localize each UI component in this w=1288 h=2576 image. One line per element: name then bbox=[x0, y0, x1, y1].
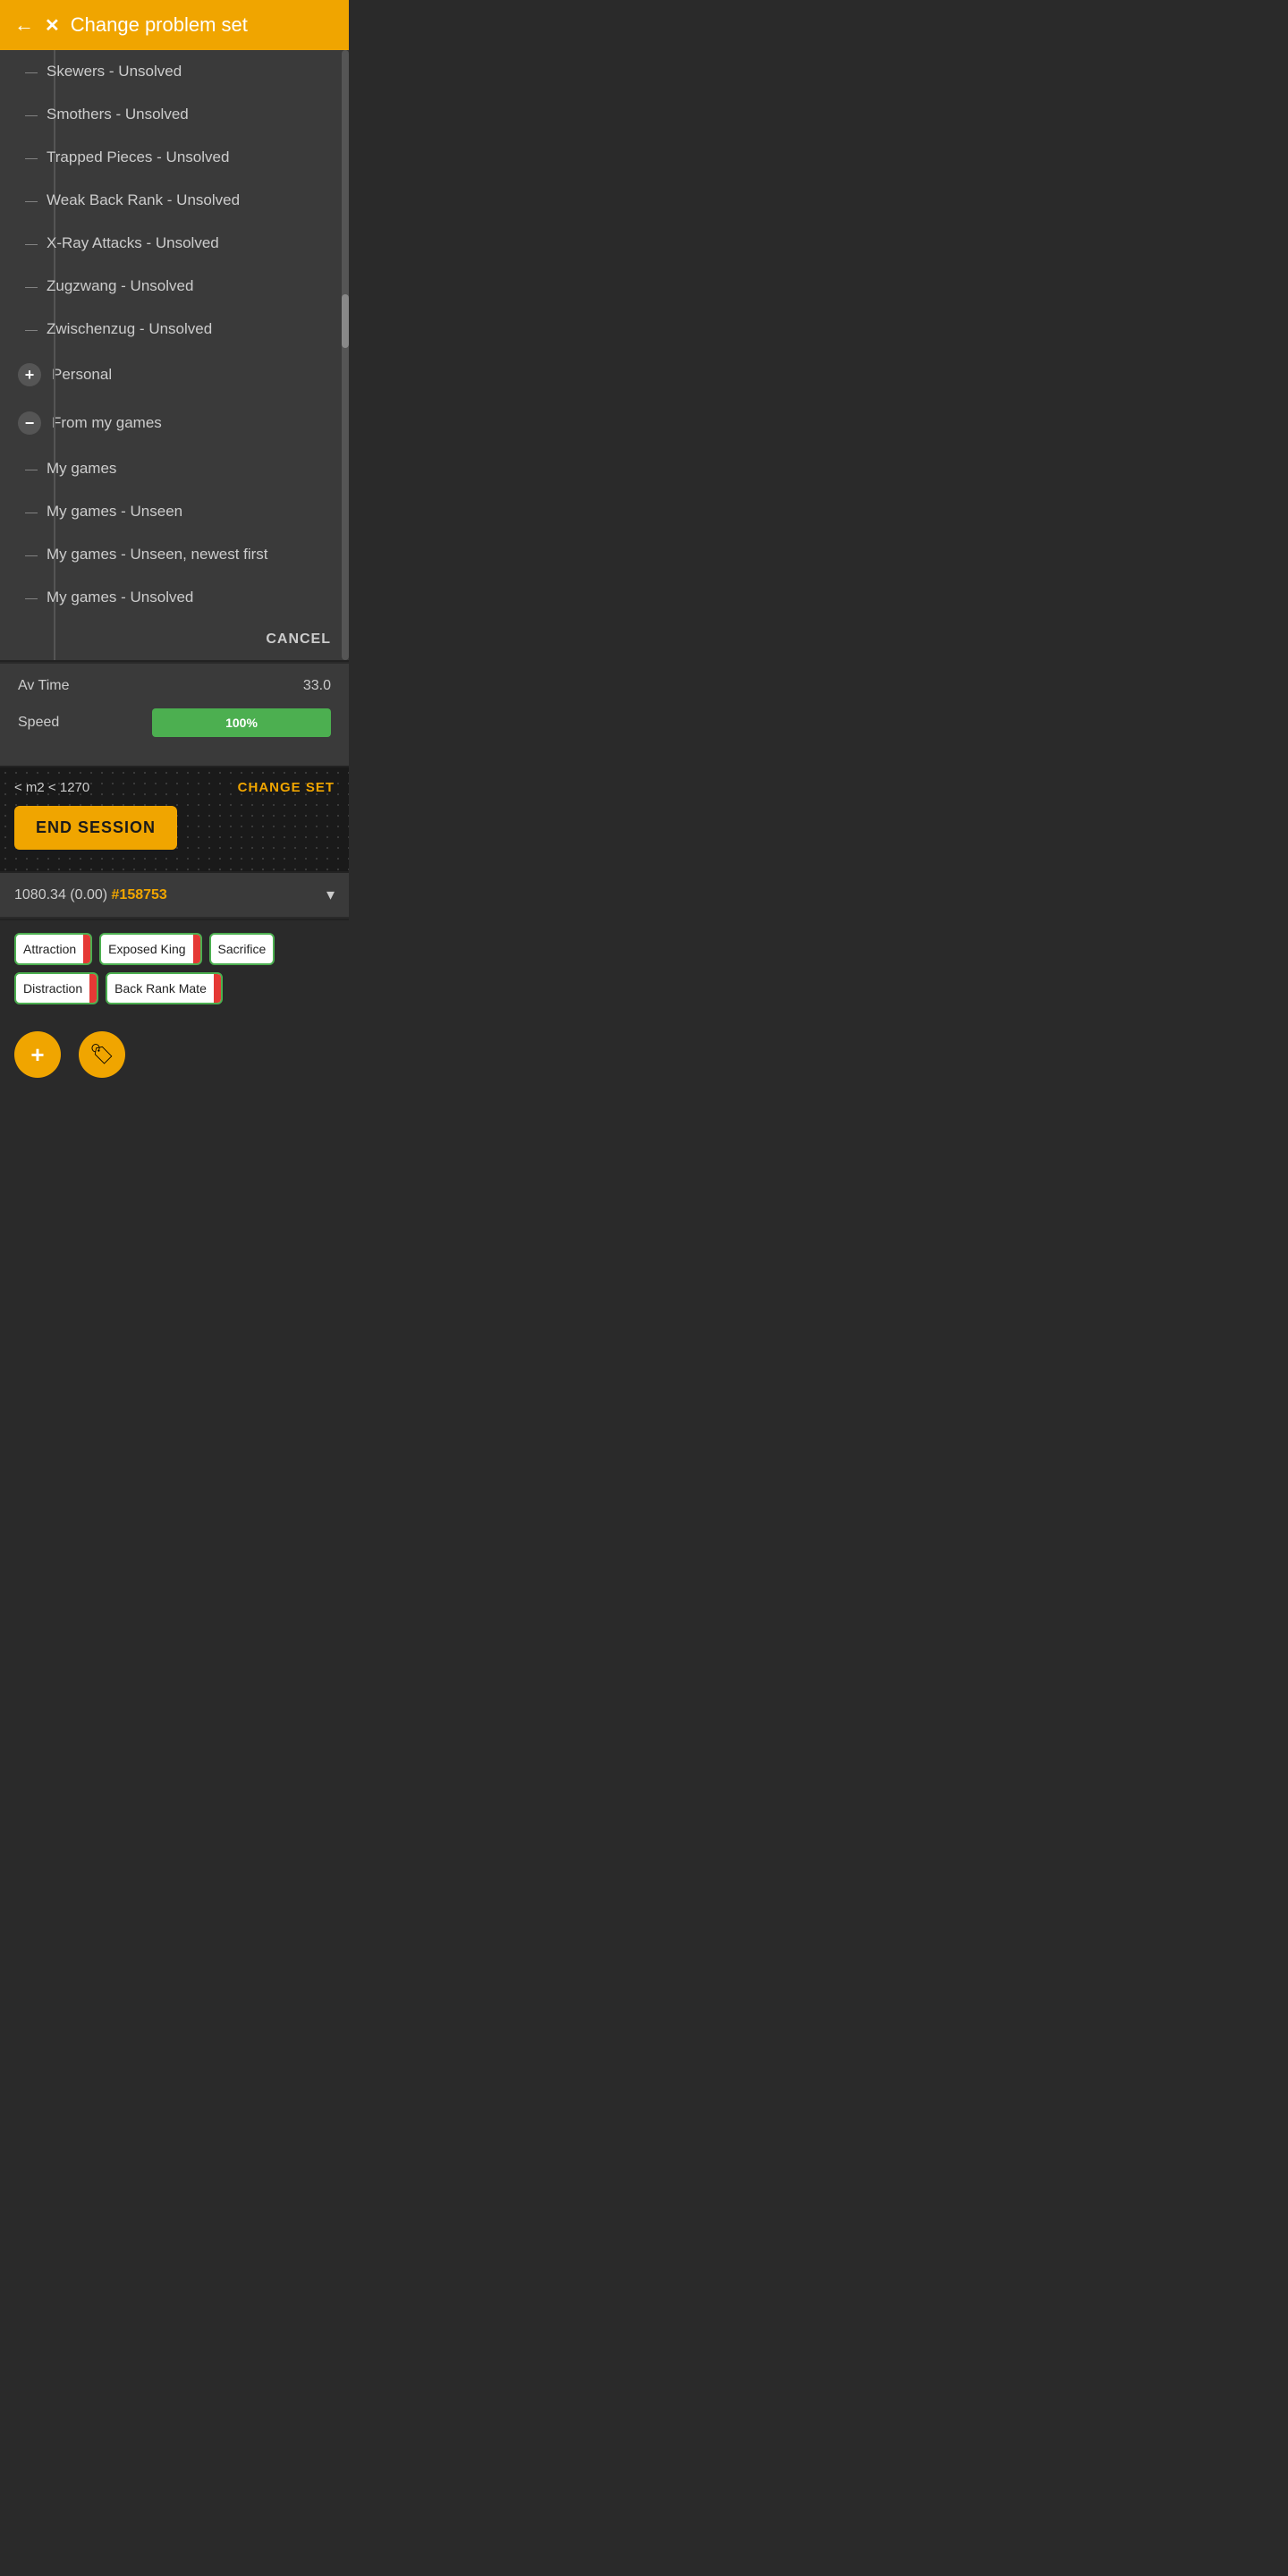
stats-section: Av Time 33.0 Speed 100% bbox=[0, 664, 349, 766]
tag-badge-3[interactable]: Distraction bbox=[14, 972, 98, 1004]
tag-badge-4[interactable]: Back Rank Mate bbox=[106, 972, 223, 1004]
game-link[interactable]: #158753 bbox=[112, 887, 167, 902]
menu-item-my-games[interactable]: My games bbox=[0, 447, 349, 490]
tag-badge-2[interactable]: Sacrifice bbox=[209, 933, 275, 965]
problem-set-panel: Skewers - Unsolved Smothers - Unsolved T… bbox=[0, 50, 349, 660]
tag-icon: 🏷 bbox=[89, 1043, 114, 1066]
tag-label-2: Sacrifice bbox=[211, 942, 274, 956]
tags-row: Attraction Exposed King Sacrifice Distracti… bbox=[14, 933, 335, 1004]
scroll-thumb[interactable] bbox=[342, 294, 349, 348]
chevron-down-icon[interactable]: ▾ bbox=[326, 886, 335, 904]
dialog-title: Change problem set bbox=[71, 13, 248, 37]
speed-bar-fill: 100% bbox=[152, 708, 331, 737]
from-my-games-toggle-button[interactable]: − bbox=[18, 411, 41, 435]
menu-item-zugzwang[interactable]: Zugzwang - Unsolved bbox=[0, 265, 349, 308]
cancel-button[interactable]: CANCEL bbox=[266, 631, 331, 648]
personal-label: Personal bbox=[52, 366, 112, 384]
cancel-row: CANCEL bbox=[0, 619, 349, 660]
game-info-row: 1080.34 (0.00) #158753 ▾ bbox=[0, 873, 349, 917]
game-score: 1080.34 (0.00) #158753 bbox=[14, 887, 167, 903]
bottom-buttons: + 🏷 bbox=[0, 1017, 349, 1092]
header: ← ✕ Change problem set bbox=[0, 0, 349, 50]
av-time-value: 33.0 bbox=[303, 678, 331, 694]
tag-label-1: Exposed King bbox=[101, 942, 192, 956]
menu-item-skewers[interactable]: Skewers - Unsolved bbox=[0, 50, 349, 93]
tag-label-0: Attraction bbox=[16, 942, 83, 956]
menu-item-xray-attacks[interactable]: X-Ray Attacks - Unsolved bbox=[0, 222, 349, 265]
change-set-row: < m2 < 1270 CHANGE SET bbox=[14, 780, 335, 795]
tag-label-4: Back Rank Mate bbox=[107, 981, 214, 996]
tag-indicator-4 bbox=[214, 974, 221, 1003]
personal-section-header[interactable]: + Personal bbox=[0, 351, 349, 399]
menu-item-smothers[interactable]: Smothers - Unsolved bbox=[0, 93, 349, 136]
menu-item-weak-back-rank[interactable]: Weak Back Rank - Unsolved bbox=[0, 179, 349, 222]
back-button[interactable]: ← bbox=[14, 13, 34, 37]
plus-icon: + bbox=[30, 1041, 44, 1069]
close-button[interactable]: ✕ bbox=[45, 14, 60, 37]
action-section: < m2 < 1270 CHANGE SET END SESSION bbox=[0, 767, 349, 871]
personal-toggle-button[interactable]: + bbox=[18, 363, 41, 386]
tag-badge-0[interactable]: Attraction bbox=[14, 933, 92, 965]
tag-indicator-1 bbox=[193, 935, 200, 963]
tag-button[interactable]: 🏷 bbox=[79, 1031, 125, 1078]
speed-row: Speed 100% bbox=[18, 708, 331, 737]
menu-item-zwischenzug[interactable]: Zwischenzug - Unsolved bbox=[0, 308, 349, 351]
av-time-row: Av Time 33.0 bbox=[18, 678, 331, 694]
tag-indicator-0 bbox=[83, 935, 90, 963]
rating-text: < m2 < 1270 bbox=[14, 780, 89, 795]
menu-item-my-games-unseen[interactable]: My games - Unseen bbox=[0, 490, 349, 533]
divider-1 bbox=[0, 660, 349, 662]
tags-section: Attraction Exposed King Sacrifice Distracti… bbox=[0, 920, 349, 1017]
menu-item-my-games-unseen-newest[interactable]: My games - Unseen, newest first bbox=[0, 533, 349, 576]
av-time-label: Av Time bbox=[18, 678, 70, 694]
from-my-games-label: From my games bbox=[52, 414, 162, 432]
scroll-track bbox=[342, 50, 349, 660]
menu-item-my-games-unsolved[interactable]: My games - Unsolved bbox=[0, 576, 349, 619]
menu-items-top: Skewers - Unsolved Smothers - Unsolved T… bbox=[0, 50, 349, 351]
game-score-text: 1080.34 (0.00) bbox=[14, 887, 112, 902]
change-set-button[interactable]: CHANGE SET bbox=[238, 780, 335, 795]
speed-label: Speed bbox=[18, 715, 59, 731]
add-button[interactable]: + bbox=[14, 1031, 61, 1078]
tag-badge-1[interactable]: Exposed King bbox=[99, 933, 201, 965]
tag-indicator-3 bbox=[89, 974, 97, 1003]
my-games-sub-items: My games My games - Unseen My games - Un… bbox=[0, 447, 349, 619]
speed-value: 100% bbox=[225, 716, 258, 730]
tag-label-3: Distraction bbox=[16, 981, 89, 996]
end-session-button[interactable]: END SESSION bbox=[14, 806, 177, 850]
menu-item-trapped-pieces[interactable]: Trapped Pieces - Unsolved bbox=[0, 136, 349, 179]
speed-bar-container: 100% bbox=[152, 708, 331, 737]
from-my-games-section-header[interactable]: − From my games bbox=[0, 399, 349, 447]
